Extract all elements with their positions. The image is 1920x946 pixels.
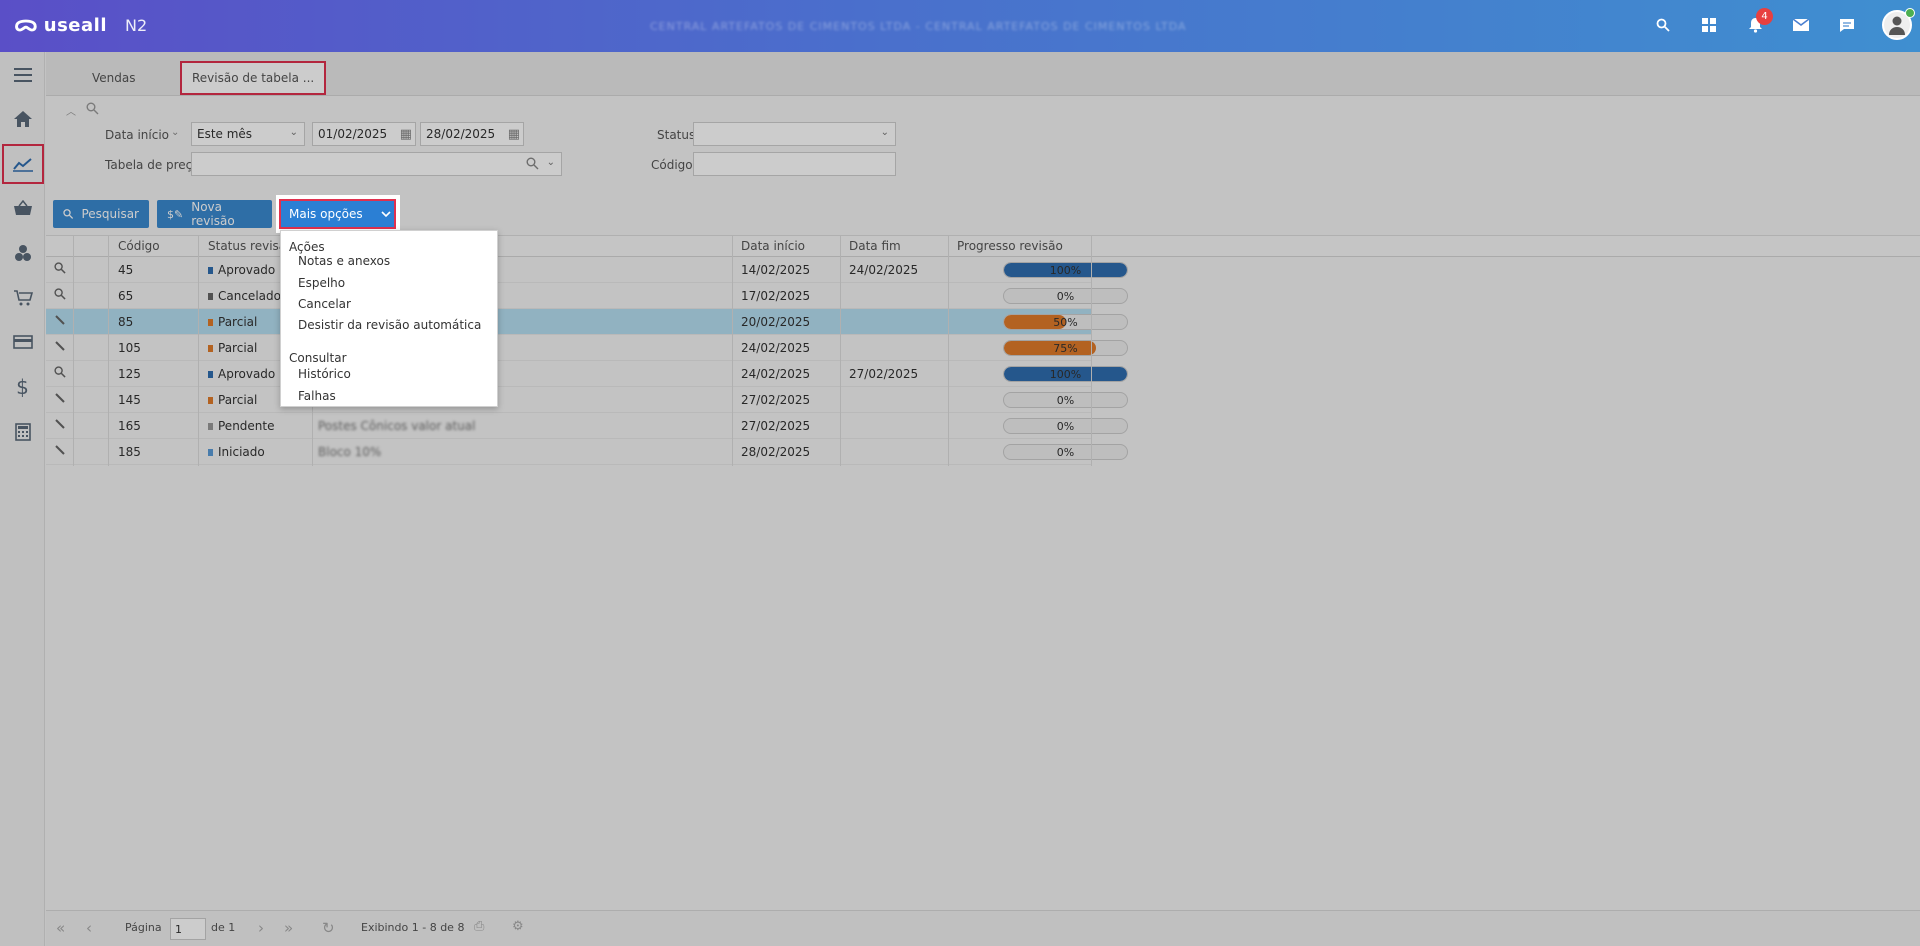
menu-item-historico[interactable]: Histórico (298, 367, 351, 381)
apps-icon[interactable] (1698, 14, 1720, 36)
company-name: CENTRAL ARTEFATOS DE CIMENTOS LTDA - CEN… (650, 20, 1187, 33)
menu-item-desistir-revisao[interactable]: Desistir da revisão automática (298, 318, 481, 332)
logo-text: useall (43, 14, 107, 36)
notification-badge: 4 (1756, 8, 1773, 25)
logo-sub: N2 (125, 15, 148, 35)
online-status-dot (1905, 8, 1915, 18)
app-logo[interactable]: ᯅ useall N2 (14, 14, 147, 36)
chevron-down-icon (381, 207, 391, 221)
mais-opcoes-button[interactable]: Mais opções (279, 199, 396, 229)
mais-opcoes-label: Mais opções (289, 207, 363, 221)
menu-section-consultar: Consultar (289, 351, 347, 365)
mais-opcoes-menu: Ações Notas e anexos Espelho Cancelar De… (280, 230, 498, 407)
menu-item-cancelar[interactable]: Cancelar (298, 297, 351, 311)
search-icon[interactable] (1652, 14, 1674, 36)
modal-overlay[interactable] (46, 52, 1920, 96)
menu-item-falhas[interactable]: Falhas (298, 389, 336, 403)
mail-icon[interactable] (1790, 14, 1812, 36)
modal-overlay[interactable] (0, 52, 46, 946)
top-bar: ᯅ useall N2 CENTRAL ARTEFATOS DE CIMENTO… (0, 0, 1920, 52)
logo-mark-icon: ᯅ (14, 12, 38, 37)
chat-icon[interactable] (1836, 14, 1858, 36)
menu-section-acoes: Ações (289, 240, 325, 254)
menu-item-espelho[interactable]: Espelho (298, 276, 345, 290)
menu-item-notas-anexos[interactable]: Notas e anexos (298, 254, 390, 268)
